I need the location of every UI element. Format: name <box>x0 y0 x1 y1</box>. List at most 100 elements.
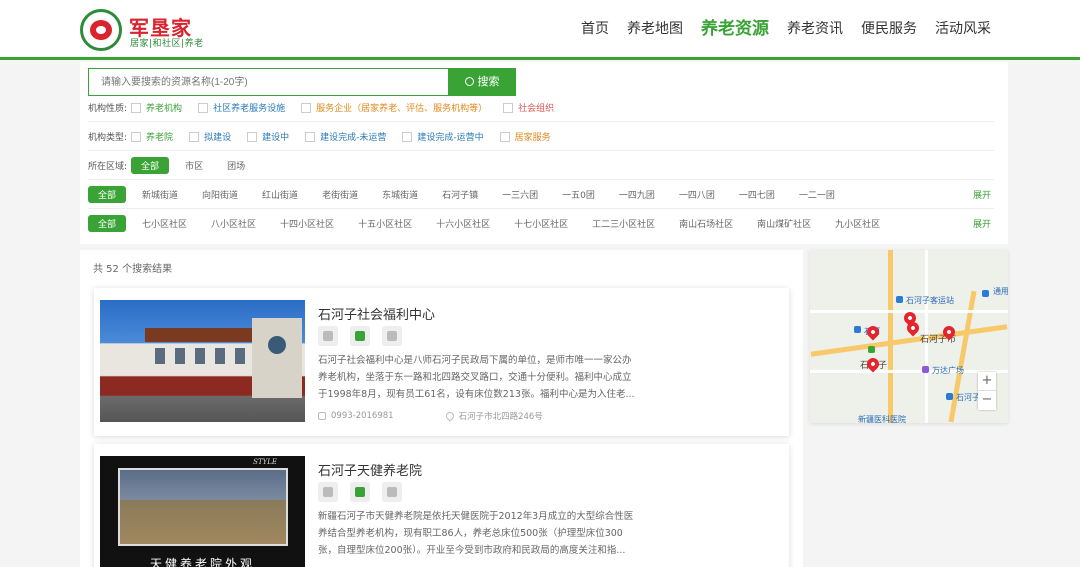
street-option[interactable]: 新城街道 <box>142 188 178 201</box>
zoom-out-button[interactable]: − <box>978 391 996 410</box>
filter-label-nature: 机构性质: <box>88 104 128 114</box>
checkbox-type-built-not-operating[interactable]: 建设完成-未运营 <box>305 130 386 143</box>
bus-icon <box>854 326 861 333</box>
nav-elder-map[interactable]: 养老地图 <box>618 17 692 41</box>
result-title[interactable]: 石河子社会福利中心 <box>318 304 435 323</box>
main-nav: 首页 养老地图 养老资源 养老资讯 便民服务 活动风采 <box>572 17 1000 41</box>
community-option[interactable]: 九小区社区 <box>835 217 880 230</box>
street-option[interactable]: 一四七团 <box>739 188 775 201</box>
result-badges <box>318 326 402 346</box>
street-option[interactable]: 东城街道 <box>382 188 418 201</box>
checkbox-nature-community-facility[interactable]: 社区养老服务设施 <box>198 101 285 114</box>
filter-row-streets: 全部 新城街道 向阳街道 红山街道 老街街道 东城街道 石河子镇 一三六团 一五… <box>88 181 994 209</box>
checkbox-icon <box>503 102 514 113</box>
community-all-button[interactable]: 全部 <box>88 214 127 232</box>
resource-map[interactable]: 石河子客运站 石河子市 万达广场 石河子站 石河 通用 石河子 新疆医科医院 +… <box>810 250 1008 423</box>
street-option[interactable]: 老街街道 <box>322 188 358 201</box>
street-option[interactable]: 一四九团 <box>619 188 655 201</box>
search-input[interactable] <box>88 68 448 96</box>
checkbox-type-home-service[interactable]: 居家服务 <box>499 130 551 143</box>
street-option[interactable]: 向阳街道 <box>202 188 238 201</box>
result-description: 新疆石河子市天健养老院是依托天健医院于2012年3月成立的大型综合性医养结合型养… <box>318 511 634 556</box>
streets-expand-link[interactable]: 展开 <box>973 188 991 201</box>
result-thumbnail[interactable] <box>100 300 305 422</box>
communities-expand-link[interactable]: 展开 <box>973 217 991 230</box>
clock-shape <box>268 336 286 354</box>
region-option-regiment[interactable]: 团场 <box>227 159 245 172</box>
checkbox-type-built-operating[interactable]: 建设完成-运营中 <box>402 130 484 143</box>
checkbox-type-planned[interactable]: 拟建设 <box>189 130 231 143</box>
brand-subtitle: 居家|和社区|养老 <box>130 39 204 49</box>
nav-convenience-services[interactable]: 便民服务 <box>852 17 926 41</box>
site-logo-icon[interactable] <box>80 9 122 51</box>
community-option[interactable]: 工二三小区社区 <box>592 217 655 230</box>
checkbox-label: 居家服务 <box>514 133 551 143</box>
community-option[interactable]: 南山石场社区 <box>679 217 733 230</box>
filter-label-type: 机构类型: <box>88 133 128 143</box>
community-option[interactable]: 八小区社区 <box>211 217 256 230</box>
nurse-icon <box>350 482 370 502</box>
result-address: 石河子市北四路246号 <box>458 412 543 422</box>
checkbox-icon <box>402 131 413 142</box>
checkbox-nature-elder-institution[interactable]: 养老机构 <box>131 101 182 114</box>
nav-elder-resources[interactable]: 养老资源 <box>692 17 778 41</box>
checkbox-icon <box>499 131 510 142</box>
thumb-style-text: STYLE <box>253 458 277 466</box>
checkbox-label: 建设完成-运营中 <box>417 133 484 143</box>
wheelchair-icon <box>382 482 402 502</box>
checkbox-icon <box>189 131 200 142</box>
nav-elder-news[interactable]: 养老资讯 <box>778 17 852 41</box>
street-option[interactable]: 一三六团 <box>502 188 538 201</box>
region-all-button[interactable]: 全部 <box>131 157 170 174</box>
window-shape <box>215 348 225 364</box>
nav-home[interactable]: 首页 <box>572 17 618 41</box>
community-option[interactable]: 七小区社区 <box>142 217 187 230</box>
checkbox-label: 养老院 <box>146 133 174 143</box>
checkbox-label: 服务企业（居家养老、评估、服务机构等） <box>316 104 488 114</box>
street-option[interactable]: 一五0团 <box>562 188 595 201</box>
window-shape <box>195 348 205 364</box>
community-option[interactable]: 十七小区社区 <box>514 217 568 230</box>
window-shape <box>155 348 165 364</box>
bed-icon <box>318 326 338 346</box>
search-button[interactable]: 搜索 <box>448 68 516 96</box>
community-option[interactable]: 十四小区社区 <box>280 217 334 230</box>
filter-row-communities: 全部 七小区社区 八小区社区 十四小区社区 十五小区社区 十六小区社区 十七小区… <box>88 209 994 237</box>
checkbox-icon <box>131 131 142 142</box>
result-description: 石河子社会福利中心是八师石河子民政局下属的单位，是师市唯一一家公办养老机构，坐落… <box>318 355 635 400</box>
result-thumbnail[interactable]: STYLE 天健养老院外观 <box>100 456 305 567</box>
hospital-icon <box>868 346 875 353</box>
bus-station-icon <box>896 296 903 303</box>
result-meta: 0993-2016981 石河子市北四路246号 <box>318 410 595 422</box>
result-title[interactable]: 石河子天健养老院 <box>318 460 422 479</box>
map-label: 万达广场 <box>932 366 964 375</box>
nav-activities[interactable]: 活动风采 <box>926 17 1000 41</box>
street-option[interactable]: 石河子镇 <box>442 188 478 201</box>
zoom-in-button[interactable]: + <box>978 372 996 391</box>
street-option[interactable]: 红山街道 <box>262 188 298 201</box>
checkbox-type-under-construction[interactable]: 建设中 <box>247 130 289 143</box>
nurse-icon <box>350 326 370 346</box>
result-phone: 0993-2016981 <box>331 411 394 421</box>
location-icon <box>443 410 456 422</box>
community-option[interactable]: 十六小区社区 <box>436 217 490 230</box>
result-card[interactable]: STYLE 天健养老院外观 石河子天健养老院 新疆石河子市天健养老院是依托天健医… <box>94 444 789 567</box>
street-option[interactable]: 一二一团 <box>799 188 835 201</box>
checkbox-nature-service-company[interactable]: 服务企业（居家养老、评估、服务机构等） <box>301 101 487 114</box>
region-option-urban[interactable]: 市区 <box>185 159 203 172</box>
street-all-button[interactable]: 全部 <box>88 186 127 203</box>
checkbox-icon <box>198 102 209 113</box>
window-shape <box>175 348 185 364</box>
map-road <box>888 250 893 423</box>
community-option[interactable]: 南山煤矿社区 <box>757 217 811 230</box>
checkbox-type-nursing-home[interactable]: 养老院 <box>131 130 173 143</box>
results-panel: 共 52 个搜索结果 石河子社会福利中心 石河子社会福利中心是八师石河子民政局下… <box>80 250 803 567</box>
checkbox-icon <box>247 131 258 142</box>
result-card[interactable]: 石河子社会福利中心 石河子社会福利中心是八师石河子民政局下属的单位，是师市唯一一… <box>94 288 789 436</box>
building-photo-shape <box>118 468 288 546</box>
checkbox-icon <box>131 102 142 113</box>
checkbox-nature-social-org[interactable]: 社会组织 <box>503 101 554 114</box>
community-option[interactable]: 十五小区社区 <box>358 217 412 230</box>
mall-icon <box>922 366 929 373</box>
street-option[interactable]: 一四八团 <box>679 188 715 201</box>
